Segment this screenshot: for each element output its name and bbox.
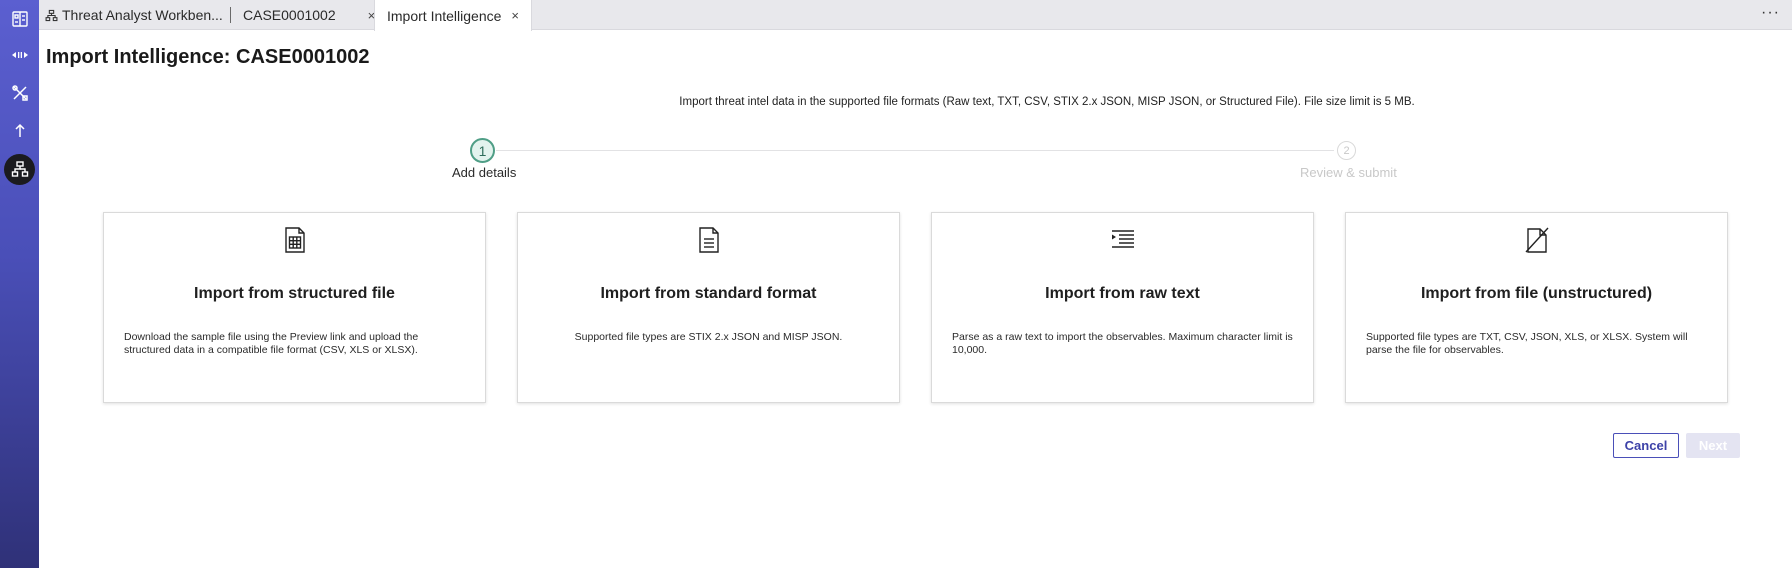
card-import-raw-text[interactable]: Import from raw text Parse as a raw text… (931, 212, 1314, 403)
rail-hierarchy-button[interactable] (0, 150, 39, 188)
tab-separator (230, 7, 231, 23)
card-description: Download the sample file using the Previ… (124, 331, 419, 356)
document-file-icon (698, 227, 719, 253)
rail-workbench-button[interactable] (0, 0, 39, 38)
card-title: Import from structured file (194, 285, 395, 302)
hierarchy-icon (11, 161, 28, 177)
card-description: Supported file types are STIX 2.x JSON a… (574, 331, 843, 343)
step-2-label: Review & submit (1300, 165, 1397, 180)
step-2-indicator: 2 (1337, 141, 1356, 160)
card-description: Parse as a raw text to import the observ… (952, 331, 1293, 356)
text-indent-icon (1111, 230, 1134, 248)
card-import-standard-format[interactable]: Import from standard format Supported fi… (517, 212, 900, 403)
workbench-icon (11, 11, 28, 27)
card-title: Import from standard format (600, 285, 817, 302)
step-1-indicator: 1 (470, 138, 495, 163)
unstructured-file-icon (1524, 227, 1549, 253)
hierarchy-icon (45, 9, 58, 21)
transfer-icon (11, 52, 28, 58)
tab-bar: Threat Analyst Workben... CASE0001002 × … (39, 0, 1792, 31)
stepper-track (496, 150, 1334, 151)
tab-import-intelligence[interactable]: Import Intelligence × (374, 0, 532, 31)
close-icon[interactable]: × (511, 8, 519, 23)
left-rail (0, 0, 39, 568)
card-import-structured-file[interactable]: Import from structured file Download the… (103, 212, 486, 403)
card-description: Supported file types are TXT, CSV, JSON,… (1366, 331, 1688, 356)
card-title: Import from raw text (1045, 285, 1200, 302)
tab-label: CASE0001002 (243, 7, 336, 23)
intro-text: Import threat intel data in the supporte… (679, 96, 1415, 108)
step-1-label: Add details (452, 165, 517, 180)
tab-threat-analyst-workbench[interactable]: Threat Analyst Workben... (45, 0, 223, 30)
spreadsheet-file-icon (284, 227, 305, 253)
rail-transfer-button[interactable] (0, 36, 39, 74)
tab-case[interactable]: CASE0001002 × (243, 0, 375, 30)
more-options-icon[interactable]: ··· (1761, 4, 1780, 22)
tab-label: Import Intelligence (387, 7, 502, 24)
tab-label: Threat Analyst Workben... (62, 7, 223, 23)
cancel-button[interactable]: Cancel (1613, 433, 1679, 458)
card-import-unstructured-file[interactable]: Import from file (unstructured) Supporte… (1345, 212, 1728, 403)
tools-icon (11, 85, 28, 101)
upload-icon (14, 123, 25, 137)
next-button[interactable]: Next (1686, 433, 1740, 458)
rail-upload-button[interactable] (0, 112, 39, 150)
page-title: Import Intelligence: CASE0001002 (46, 46, 370, 68)
card-title: Import from file (unstructured) (1420, 285, 1653, 302)
rail-tools-button[interactable] (0, 74, 39, 112)
